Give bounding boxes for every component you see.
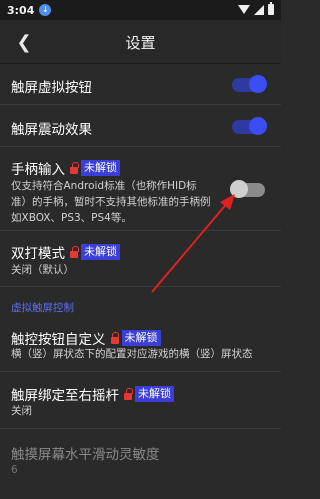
status-icons [238, 2, 274, 15]
setting-description: 6 [11, 464, 18, 476]
setting-title: 双打模式 未解锁 [11, 242, 120, 262]
toggle-knob [249, 117, 267, 135]
desc-line: 仅支持符合Android标准（也称作HID标 [11, 180, 197, 192]
lock-icon [70, 246, 79, 258]
setting-title-text: 触控按钮自定义 [11, 332, 106, 348]
setting-description: 关闭 [11, 405, 32, 417]
locked-badge: 未解锁 [121, 330, 161, 346]
setting-virtual-buttons[interactable]: 触屏虚拟按钮 [0, 65, 281, 105]
setting-vibration[interactable]: 触屏震动效果 [0, 106, 281, 147]
setting-swipe-sensitivity[interactable]: 触摸屏幕水平滑动灵敏度 6 [0, 430, 281, 499]
setting-title: 触摸屏幕水平滑动灵敏度 [11, 447, 160, 463]
setting-title-text: 手柄输入 [11, 162, 65, 178]
setting-two-player[interactable]: 双打模式 未解锁 关闭（默认） [0, 232, 281, 287]
locked-badge: 未解锁 [81, 244, 120, 260]
setting-gamepad-input[interactable]: 手柄输入 未解锁 仅支持符合Android标准（也称作HID标 准）的手柄，暂时… [0, 148, 281, 231]
desc-line: 准）的手柄，暂时不支持其他标准的手柄例 [11, 196, 211, 208]
vibration-toggle[interactable] [232, 117, 267, 135]
setting-title: 触控按钮自定义 未解锁 [11, 328, 161, 348]
toggle-knob [230, 180, 248, 198]
section-header: 虚拟触屏控制 [11, 302, 74, 314]
page-title: 设置 [125, 34, 156, 52]
toggle-knob [249, 75, 267, 93]
setting-description: 关闭（默认） [11, 264, 74, 276]
status-bar: 3:04 ↓ [0, 0, 281, 20]
wifi-icon [238, 5, 250, 14]
gamepad-input-toggle[interactable] [230, 180, 265, 198]
virtual-buttons-toggle[interactable] [232, 75, 267, 93]
setting-description: 横（竖）屏状态下的配置对应游戏的横（竖）屏状态 [11, 348, 253, 360]
app-bar: ❮ 设置 [0, 20, 281, 64]
battery-icon [268, 2, 274, 15]
lock-icon [110, 332, 119, 344]
status-time: 3:04 [7, 3, 35, 17]
setting-description: 仅支持符合Android标准（也称作HID标 准）的手柄，暂时不支持其他标准的手… [11, 178, 211, 226]
download-arrow-icon: ↓ [39, 4, 52, 16]
locked-badge: 未解锁 [135, 386, 174, 402]
setting-touch-customize[interactable]: 触控按钮自定义 未解锁 横（竖）屏状态下的配置对应游戏的横（竖）屏状态 [0, 322, 281, 372]
setting-title: 触屏震动效果 [11, 122, 92, 138]
lock-icon [70, 162, 79, 174]
setting-title-text: 触屏绑定至右摇杆 [11, 388, 119, 404]
setting-title: 触屏绑定至右摇杆 未解锁 [11, 384, 174, 404]
signal-icon [254, 4, 264, 15]
locked-badge: 未解锁 [81, 160, 120, 176]
desc-line: 如XBOX、PS3、PS4等。 [11, 212, 132, 224]
setting-title: 触屏虚拟按钮 [11, 80, 92, 96]
setting-title: 手柄输入 未解锁 [11, 158, 120, 178]
setting-right-stick[interactable]: 触屏绑定至右摇杆 未解锁 关闭 [0, 373, 281, 429]
lock-icon [124, 388, 133, 400]
setting-title-text: 双打模式 [11, 246, 65, 262]
